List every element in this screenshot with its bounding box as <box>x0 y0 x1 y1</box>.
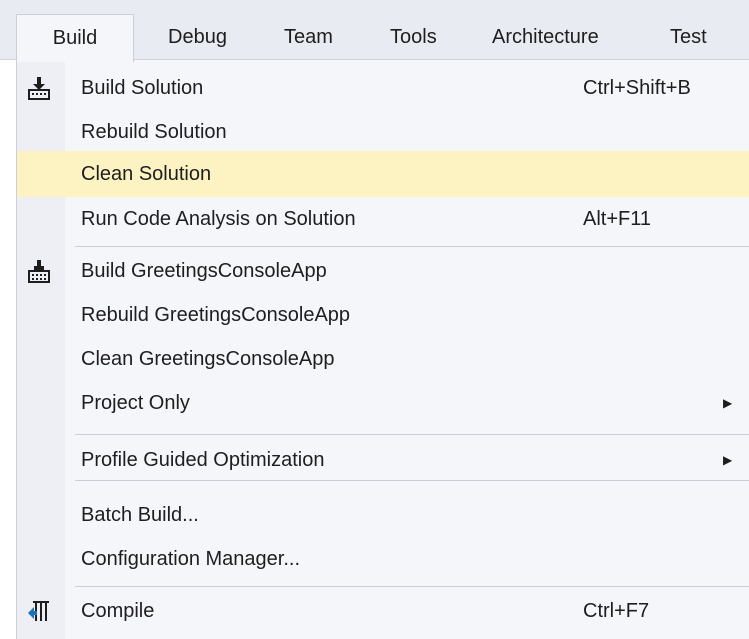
menu-item-shortcut: Ctrl+F7 <box>583 600 650 622</box>
menu-item-clean-solution[interactable]: Clean Solution <box>17 151 749 197</box>
menu-item-project-only[interactable]: Project Only ▶ <box>17 381 749 425</box>
menu-tab-team[interactable]: Team <box>284 14 333 60</box>
menu-item-label: Configuration Manager... <box>81 548 301 570</box>
menu-tab-test[interactable]: Test <box>670 14 707 60</box>
menu-item-batch-build[interactable]: Batch Build... <box>17 493 749 537</box>
menu-item-build-project[interactable]: Build GreetingsConsoleApp <box>17 249 749 293</box>
menu-item-run-code-analysis[interactable]: Run Code Analysis on Solution Alt+F11 <box>17 197 749 241</box>
menu-item-label: Batch Build... <box>81 504 199 526</box>
menu-bar: Build Debug Team Tools Architecture Test <box>0 0 749 62</box>
menu-item-label: Rebuild GreetingsConsoleApp <box>81 304 351 326</box>
menu-item-shortcut: Ctrl+Shift+B <box>583 77 691 99</box>
build-project-icon <box>28 260 50 283</box>
submenu-arrow-icon: ▶ <box>723 453 733 467</box>
menu-item-label: Clean GreetingsConsoleApp <box>81 348 335 370</box>
menu-item-label: Project Only <box>81 392 190 414</box>
compile-icon <box>28 601 49 621</box>
menu-item-label: Profile Guided Optimization <box>81 449 325 471</box>
menu-tab-architecture[interactable]: Architecture <box>492 14 599 60</box>
menu-item-compile[interactable]: Compile Ctrl+F7 <box>17 589 749 633</box>
menu-item-clean-project[interactable]: Clean GreetingsConsoleApp <box>17 337 749 381</box>
menu-separator <box>75 246 749 247</box>
menu-item-rebuild-project[interactable]: Rebuild GreetingsConsoleApp <box>17 293 749 337</box>
menu-item-rebuild-solution[interactable]: Rebuild Solution <box>17 110 749 154</box>
menu-separator <box>75 480 749 481</box>
menu-item-profile-guided-optimization[interactable]: Profile Guided Optimization ▶ <box>17 438 749 482</box>
submenu-arrow-icon: ▶ <box>723 396 733 410</box>
build-solution-icon <box>28 77 50 100</box>
menu-separator <box>75 434 749 435</box>
menu-tab-tools[interactable]: Tools <box>390 14 437 60</box>
menu-tab-debug[interactable]: Debug <box>168 14 227 60</box>
menu-item-label: Rebuild Solution <box>81 121 227 143</box>
menu-item-label: Clean Solution <box>81 163 212 185</box>
build-menu-dropdown: Build Solution Ctrl+Shift+B Rebuild Solu… <box>16 60 749 639</box>
menu-item-configuration-manager[interactable]: Configuration Manager... <box>17 537 749 581</box>
menu-item-label: Build Solution <box>81 77 204 99</box>
menu-item-label: Run Code Analysis on Solution <box>81 208 356 230</box>
menu-item-label: Build GreetingsConsoleApp <box>81 260 327 282</box>
menu-item-label: Compile <box>81 600 155 622</box>
menu-item-build-solution[interactable]: Build Solution Ctrl+Shift+B <box>17 66 749 110</box>
menu-tab-build[interactable]: Build <box>16 14 134 62</box>
menu-item-shortcut: Alt+F11 <box>583 208 651 230</box>
menu-separator <box>75 586 749 587</box>
